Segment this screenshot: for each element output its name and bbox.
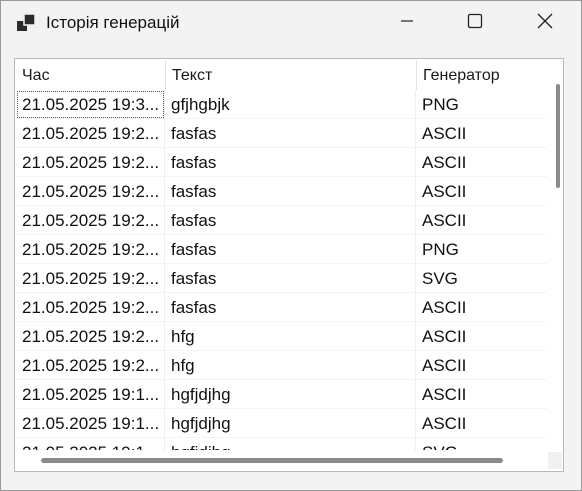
- cell-generator: ASCII: [422, 327, 467, 346]
- cell-text: hgfjdjhg: [165, 438, 416, 450]
- list-item[interactable]: 21.05.2025 19:3... gfjhgbjk PNG: [16, 90, 547, 119]
- scrollbar-corner: [548, 452, 562, 469]
- cell-time: 21.05.2025 19:2...: [16, 293, 165, 322]
- maximize-icon: [467, 13, 483, 34]
- list-item[interactable]: 21.05.2025 19:2... fasfas PNG: [16, 235, 547, 264]
- window-title: Історія генерацій: [46, 13, 180, 32]
- list-item[interactable]: 21.05.2025 19:2... fasfas SVG: [16, 264, 547, 293]
- close-icon: [537, 13, 553, 34]
- history-window: Історія генерацій Час Текст Генератор 21…: [0, 0, 582, 491]
- cell-time: 21.05.2025 19:2...: [16, 322, 165, 351]
- list-item[interactable]: 21.05.2025 19:2... fasfas ASCII: [16, 177, 547, 206]
- list-item[interactable]: 21.05.2025 19:2... fasfas ASCII: [16, 293, 547, 322]
- cell-generator: ASCII: [422, 182, 467, 201]
- vertical-scroll-thumb[interactable]: [556, 84, 560, 188]
- cell-generator: SVG: [416, 438, 547, 450]
- title-bar[interactable]: Історія генерацій: [1, 1, 581, 45]
- minimize-icon: [400, 14, 414, 33]
- cell-time: 21.05.2025 19:1...: [16, 438, 165, 450]
- list-item[interactable]: 21.05.2025 19:1... hgfjdjhg ASCII: [16, 380, 547, 409]
- column-header-text[interactable]: Текст: [166, 60, 417, 90]
- cell-text: hgfjdjhg: [165, 409, 416, 438]
- cell-generator: PNG: [422, 95, 459, 114]
- maximize-button[interactable]: [451, 1, 499, 45]
- cell-generator: ASCII: [422, 153, 467, 172]
- column-header-time[interactable]: Час: [16, 60, 166, 90]
- cell-text: fasfas: [165, 206, 416, 235]
- cell-text: fasfas: [165, 264, 416, 293]
- list-item[interactable]: 21.05.2025 19:2... fasfas ASCII: [16, 148, 547, 177]
- cell-time: 21.05.2025 19:2...: [16, 235, 165, 264]
- close-button[interactable]: [521, 1, 569, 45]
- list-item[interactable]: 21.05.2025 19:2... hfg ASCII: [16, 322, 547, 351]
- list-rows: 21.05.2025 19:3... gfjhgbjk PNG 21.05.20…: [16, 90, 547, 450]
- cell-time: 21.05.2025 19:2...: [16, 351, 165, 380]
- cell-text: fasfas: [165, 148, 416, 177]
- horizontal-scrollbar[interactable]: [16, 452, 547, 469]
- cell-text: fasfas: [165, 119, 416, 148]
- list-item[interactable]: 21.05.2025 19:2... hfg ASCII: [16, 351, 547, 380]
- cell-text: gfjhgbjk: [165, 90, 416, 119]
- cell-time: 21.05.2025 19:2...: [16, 206, 165, 235]
- cell-generator: ASCII: [422, 124, 467, 143]
- cell-generator: SVG: [422, 269, 458, 288]
- horizontal-scroll-thumb[interactable]: [41, 458, 503, 463]
- cell-generator: ASCII: [422, 298, 467, 317]
- cell-text: hfg: [165, 322, 416, 351]
- cell-generator: PNG: [422, 240, 459, 259]
- minimize-button[interactable]: [383, 1, 431, 45]
- cell-generator: ASCII: [422, 385, 467, 404]
- vertical-scrollbar[interactable]: [548, 60, 562, 451]
- cell-time: 21.05.2025 19:1...: [16, 409, 165, 438]
- cell-time: 21.05.2025 19:2...: [16, 264, 165, 293]
- list-item[interactable]: 21.05.2025 19:1... hgfjdjhg SVG: [16, 438, 547, 450]
- cell-text: fasfas: [165, 293, 416, 322]
- cell-time: 21.05.2025 19:2...: [16, 177, 165, 206]
- list-item[interactable]: 21.05.2025 19:2... fasfas ASCII: [16, 206, 547, 235]
- cell-generator: ASCII: [422, 414, 467, 433]
- list-item[interactable]: 21.05.2025 19:2... fasfas ASCII: [16, 119, 547, 148]
- list-header: Час Текст Генератор: [16, 60, 547, 90]
- cell-time: 21.05.2025 19:2...: [16, 148, 165, 177]
- cell-text: hfg: [165, 351, 416, 380]
- cell-time: 21.05.2025 19:2...: [16, 119, 165, 148]
- cell-generator: ASCII: [422, 356, 467, 375]
- column-header-generator[interactable]: Генератор: [417, 60, 547, 90]
- windows-app-icon: [17, 13, 36, 32]
- cell-text: hgfjdjhg: [165, 380, 416, 409]
- cell-text: fasfas: [165, 235, 416, 264]
- cell-time: 21.05.2025 19:3...: [16, 90, 165, 119]
- list-item[interactable]: 21.05.2025 19:1... hgfjdjhg ASCII: [16, 409, 547, 438]
- cell-time: 21.05.2025 19:1...: [16, 380, 165, 409]
- history-list[interactable]: Час Текст Генератор 21.05.2025 19:3... g…: [14, 58, 564, 472]
- cell-generator: ASCII: [422, 211, 467, 230]
- cell-text: fasfas: [165, 177, 416, 206]
